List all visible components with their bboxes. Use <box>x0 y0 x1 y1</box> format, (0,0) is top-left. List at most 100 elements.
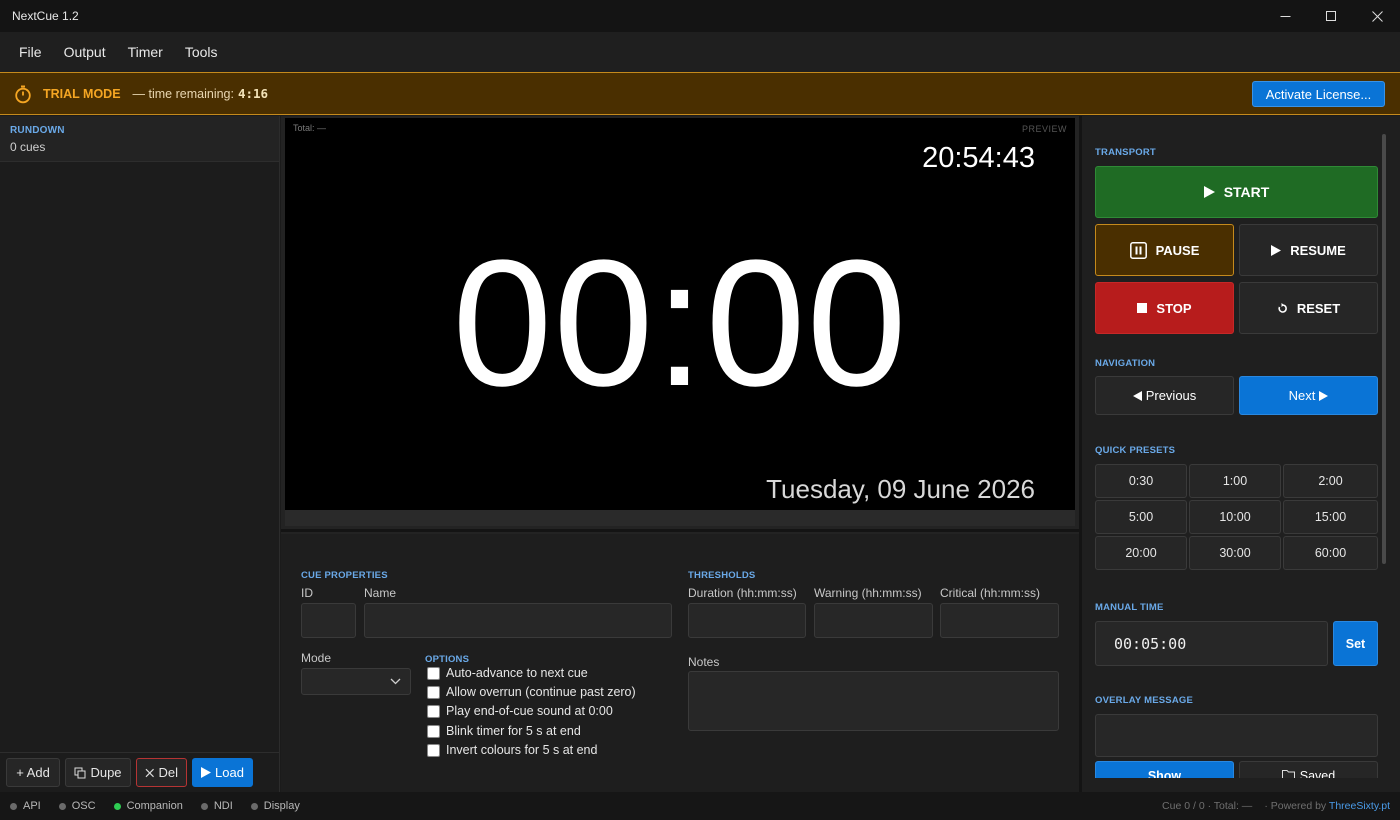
menu-tools[interactable]: Tools <box>174 44 229 60</box>
cue-info: Cue 0 / 0 · Total: — <box>1162 800 1253 812</box>
preset-10-00[interactable]: 10:00 <box>1189 500 1281 534</box>
status-dot <box>200 802 208 810</box>
preset-5-00[interactable]: 5:00 <box>1095 500 1187 534</box>
checkbox[interactable] <box>427 666 440 680</box>
checkbox[interactable] <box>427 704 440 718</box>
menu-timer[interactable]: Timer <box>117 44 174 60</box>
folder-icon <box>1281 770 1295 778</box>
menu-output[interactable]: Output <box>53 44 117 60</box>
name-label: Name <box>364 586 397 600</box>
status-info: Cue 0 / 0 · Total: — · Powered by ThreeS… <box>1162 792 1390 820</box>
reset-label: RESET <box>1296 300 1341 316</box>
menu-file[interactable]: File <box>8 44 53 60</box>
option-blink-timer[interactable]: Blink timer for 5 s at end <box>427 724 581 738</box>
control-panel: TRANSPORT START PAUSE RESUME STOP RESET … <box>1082 116 1400 792</box>
quick-presets-title: QUICK PRESETS <box>1095 445 1176 456</box>
option-end-sound[interactable]: Play end-of-cue sound at 0:00 <box>427 704 613 718</box>
option-invert-colours[interactable]: Invert colours for 5 s at end <box>427 743 597 757</box>
overlay-message-input[interactable] <box>1095 714 1378 757</box>
scrollbar-thumb[interactable] <box>1382 134 1386 564</box>
overlay-buttons-clip: Show Saved <box>1095 761 1378 778</box>
rundown-count: 0 cues <box>10 140 46 154</box>
pause-button[interactable]: PAUSE <box>1095 224 1234 276</box>
cue-id-field[interactable] <box>301 603 356 638</box>
saved-messages-button[interactable]: Saved <box>1239 761 1378 778</box>
previous-content: Previous <box>1132 388 1197 403</box>
rundown-toolbar: + Add Dupe Del Load <box>0 752 279 792</box>
preset-0-30[interactable]: 0:30 <box>1095 464 1187 498</box>
status-dot <box>10 802 17 810</box>
dupe-cue-label: Dupe <box>90 765 122 780</box>
show-overlay-button[interactable]: Show <box>1095 761 1234 778</box>
duplicate-icon <box>74 767 86 778</box>
maximize-button[interactable] <box>1308 0 1354 32</box>
trial-remaining-value: 4:16 <box>237 86 269 101</box>
status-dot <box>58 802 66 810</box>
status-display: Display <box>250 800 300 812</box>
preset-15-00[interactable]: 15:00 <box>1283 500 1378 534</box>
preset-20-00[interactable]: 20:00 <box>1095 536 1187 570</box>
load-cue-label: Load <box>215 765 244 780</box>
next-button[interactable]: Next <box>1239 376 1378 415</box>
start-button[interactable]: START <box>1095 166 1378 218</box>
status-label: OSC <box>71 800 96 812</box>
status-label: NDI <box>213 800 233 812</box>
previous-label: Previous <box>1145 388 1197 403</box>
load-cue-button[interactable]: Load <box>192 758 253 787</box>
dupe-cue-button[interactable]: Dupe <box>65 758 131 787</box>
activate-license-button[interactable]: Activate License... <box>1252 81 1385 107</box>
preset-2-00[interactable]: 2:00 <box>1283 464 1378 498</box>
cue-name-field[interactable] <box>364 603 672 638</box>
preset-1-00[interactable]: 1:00 <box>1189 464 1281 498</box>
manual-time-input[interactable]: 00:05:00 <box>1095 621 1328 666</box>
timer-preview: Total: — PREVIEW 20:54:43 00:00 Tuesday,… <box>285 118 1075 510</box>
preview-label: PREVIEW <box>1021 124 1067 134</box>
brand-link[interactable]: ThreeSixty.pt <box>1329 800 1390 812</box>
critical-field[interactable] <box>940 603 1059 638</box>
play-icon <box>201 767 212 778</box>
warning-field[interactable] <box>814 603 933 638</box>
pause-icon <box>1129 241 1147 259</box>
option-label: Auto-advance to next cue <box>446 666 588 680</box>
preset-30-00[interactable]: 30:00 <box>1189 536 1281 570</box>
duration-field[interactable] <box>688 603 806 638</box>
checkbox[interactable] <box>427 685 440 699</box>
trial-remaining-label: — time remaining: <box>132 86 234 101</box>
close-button[interactable] <box>1354 0 1400 32</box>
previous-button[interactable]: Previous <box>1095 376 1234 415</box>
option-label: Play end-of-cue sound at 0:00 <box>446 704 613 718</box>
manual-time-title: MANUAL TIME <box>1095 602 1164 613</box>
minimize-button[interactable] <box>1262 0 1308 32</box>
delete-cue-button[interactable]: Del <box>136 758 187 787</box>
option-label: Invert colours for 5 s at end <box>446 743 598 757</box>
add-cue-button[interactable]: + Add <box>6 758 60 787</box>
center-splitter[interactable] <box>281 529 1079 532</box>
option-label: Allow overrun (continue past zero) <box>446 685 636 699</box>
app-window: NextCue 1.2 File Output Timer Tools TRIA… <box>0 0 1400 820</box>
powered-by: · Powered by ThreeSixty.pt <box>1264 800 1390 812</box>
play-icon <box>1271 244 1282 256</box>
duration-label: Duration (hh:mm:ss) <box>688 586 797 600</box>
chevron-down-icon <box>390 678 401 685</box>
resume-label: RESUME <box>1290 242 1346 258</box>
mode-select[interactable] <box>301 668 411 695</box>
rundown-header: RUNDOWN 0 cues <box>0 116 279 162</box>
play-icon <box>1203 186 1215 198</box>
option-allow-overrun[interactable]: Allow overrun (continue past zero) <box>427 685 636 699</box>
preview-date: Tuesday, 09 June 2026 <box>766 474 1035 504</box>
notes-field[interactable] <box>688 671 1059 731</box>
next-label: Next <box>1288 388 1316 403</box>
stop-button[interactable]: STOP <box>1095 282 1234 334</box>
option-auto-advance[interactable]: Auto-advance to next cue <box>427 666 588 680</box>
checkbox[interactable] <box>427 743 440 757</box>
title-bar: NextCue 1.2 <box>0 0 1400 32</box>
rundown-title: RUNDOWN <box>10 125 65 136</box>
reset-button[interactable]: RESET <box>1239 282 1378 334</box>
checkbox[interactable] <box>427 724 440 738</box>
status-dot-active <box>113 802 121 810</box>
preset-60-00[interactable]: 60:00 <box>1283 536 1378 570</box>
resume-button[interactable]: RESUME <box>1239 224 1378 276</box>
stopwatch-icon <box>13 84 33 104</box>
set-time-button[interactable]: Set <box>1333 621 1378 666</box>
status-label: Companion <box>126 800 183 812</box>
